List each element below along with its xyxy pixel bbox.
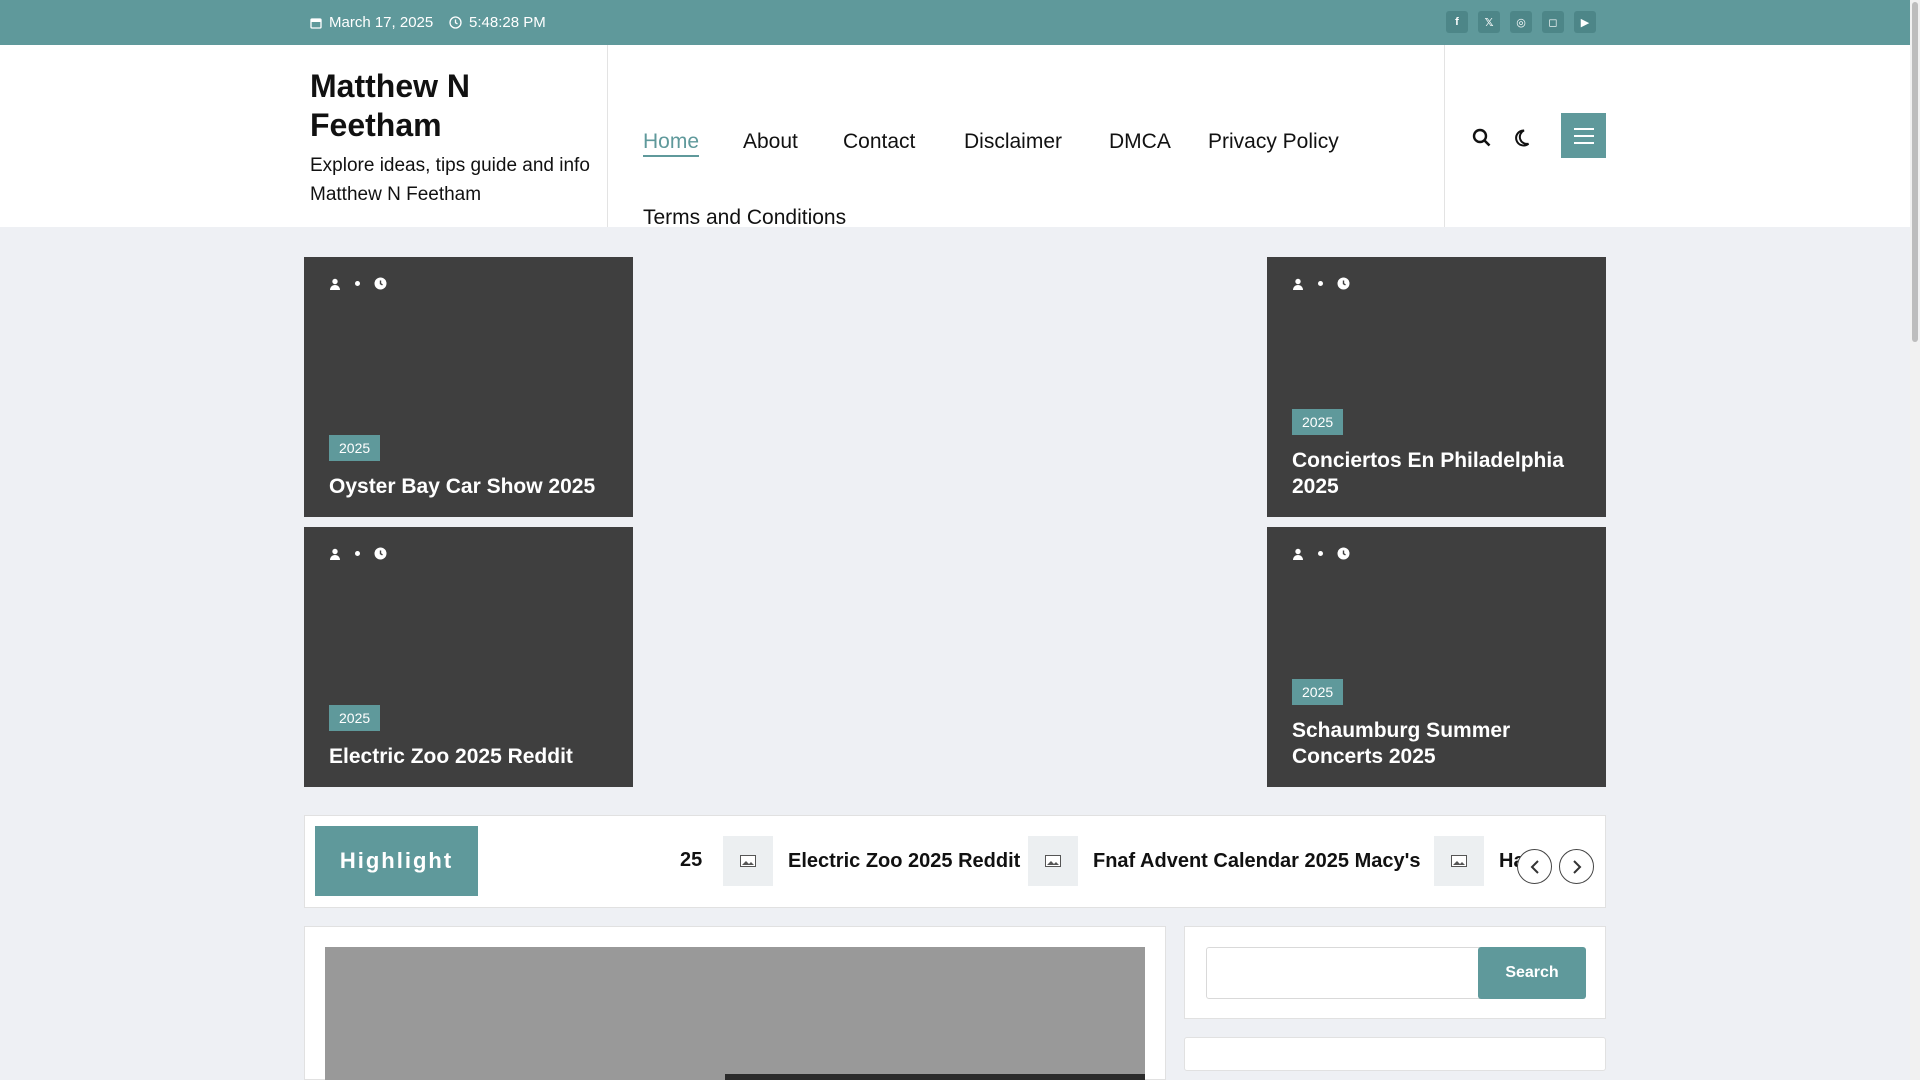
post-title[interactable]: Electric Zoo 2025 Reddit: [329, 744, 613, 770]
top-bar: March 17, 2025 5:48:28 PM f 𝕏 ◎ ◻ ▶: [0, 0, 1910, 45]
image-placeholder-icon: [723, 836, 773, 886]
category-tag[interactable]: 2025: [1292, 679, 1344, 705]
post-title[interactable]: Oyster Bay Car Show 2025: [329, 474, 613, 500]
nav-item-dmca[interactable]: DMCA: [1109, 130, 1171, 154]
image-placeholder-icon: [1028, 836, 1078, 886]
highlight-ticker: Highlight 25 Electric Zoo 2025 Reddit Fn…: [304, 815, 1606, 908]
search-input[interactable]: [1206, 947, 1481, 999]
brand: Matthew N Feetham Explore ideas, tips gu…: [310, 67, 610, 209]
ticker-item[interactable]: Havre Festival Days: [1434, 836, 1525, 886]
user-icon: [1293, 278, 1303, 290]
featured-card[interactable]: 2025 Conciertos En Philadelphia 2025: [1267, 257, 1606, 517]
site-tagline: Explore ideas, tips guide and info Matth…: [310, 155, 590, 205]
clock-icon: [374, 547, 387, 560]
menu-icon: [1573, 127, 1594, 130]
sidebar-widget: [1184, 1037, 1606, 1071]
user-icon: [330, 548, 340, 560]
clock-icon: [374, 277, 387, 290]
search-button[interactable]: Search: [1478, 947, 1586, 999]
chevron-right-icon: [1572, 859, 1581, 874]
featured-card[interactable]: 2025 Electric Zoo 2025 Reddit: [304, 527, 633, 787]
post-image[interactable]: [325, 947, 1145, 1080]
time-display: 5:48:28 PM: [449, 14, 546, 31]
ticker-prev-button[interactable]: [1517, 849, 1552, 884]
category-tag[interactable]: 2025: [329, 705, 381, 731]
ticker-track: 25 Electric Zoo 2025 Reddit Fnaf Advent …: [480, 816, 1525, 907]
x-icon[interactable]: 𝕏: [1478, 11, 1500, 33]
divider: [1444, 45, 1445, 227]
nav-item-privacy-policy[interactable]: Privacy Policy: [1208, 130, 1339, 154]
facebook-icon[interactable]: f: [1446, 11, 1468, 33]
post-meta: [329, 547, 387, 560]
site-header: Matthew N Feetham Explore ideas, tips gu…: [0, 45, 1910, 230]
post-title[interactable]: Schaumburg Summer Concerts 2025: [1292, 718, 1586, 770]
highlight-label: Highlight: [315, 826, 478, 896]
post-meta: [1292, 277, 1350, 290]
clock-icon: [1337, 277, 1350, 290]
nav-item-terms-and-conditions[interactable]: Terms and Conditions: [643, 206, 846, 230]
main-content: [304, 926, 1166, 1080]
featured-card[interactable]: 2025 Schaumburg Summer Concerts 2025: [1267, 527, 1606, 787]
divider: [607, 45, 608, 227]
scrollbar-thumb[interactable]: [1912, 2, 1918, 342]
nav-item-disclaimer[interactable]: Disclaimer: [964, 130, 1062, 154]
ticker-item-title[interactable]: Fnaf Advent Calendar 2025 Macy's: [1093, 850, 1420, 873]
category-tag[interactable]: 2025: [329, 435, 381, 461]
site-title[interactable]: Matthew N Feetham: [310, 67, 610, 145]
featured-card[interactable]: 2025 Oyster Bay Car Show 2025: [304, 257, 633, 517]
user-icon: [1293, 548, 1303, 560]
hamburger-menu-button[interactable]: [1561, 113, 1606, 158]
ticker-item[interactable]: Electric Zoo 2025 Reddit: [723, 836, 1020, 886]
dribbble-icon[interactable]: ◎: [1510, 11, 1532, 33]
chevron-left-icon: [1530, 859, 1539, 874]
social-links: f 𝕏 ◎ ◻ ▶: [1446, 11, 1596, 33]
search-icon[interactable]: [1470, 126, 1494, 150]
date-display: March 17, 2025: [310, 14, 433, 31]
youtube-icon[interactable]: ▶: [1574, 11, 1596, 33]
ticker-next-button[interactable]: [1559, 849, 1594, 884]
dark-mode-icon[interactable]: [1509, 126, 1533, 150]
instagram-icon[interactable]: ◻: [1542, 11, 1564, 33]
post-meta: [1292, 547, 1350, 560]
clock-icon: [1337, 547, 1350, 560]
clock-icon: [449, 16, 462, 29]
user-icon: [330, 278, 340, 290]
ticker-item-title[interactable]: Electric Zoo 2025 Reddit: [788, 850, 1020, 873]
post-title[interactable]: Conciertos En Philadelphia 2025: [1292, 448, 1586, 500]
time-text: 5:48:28 PM: [469, 14, 546, 31]
post-meta: [329, 277, 387, 290]
image-placeholder-icon: [1434, 836, 1484, 886]
category-tag[interactable]: 2025: [1292, 409, 1344, 435]
ticker-item-partial[interactable]: 25: [680, 849, 702, 872]
nav-item-about[interactable]: About: [743, 130, 798, 154]
image-overlay: [725, 1074, 1145, 1080]
sidebar-search-widget: Search: [1184, 926, 1606, 1019]
scrollbar[interactable]: [1910, 0, 1920, 1080]
calendar-icon: [310, 17, 322, 29]
nav-item-contact[interactable]: Contact: [843, 130, 915, 154]
date-text: March 17, 2025: [329, 14, 434, 31]
ticker-item[interactable]: Fnaf Advent Calendar 2025 Macy's: [1028, 836, 1420, 886]
nav-item-home[interactable]: Home: [643, 130, 700, 157]
